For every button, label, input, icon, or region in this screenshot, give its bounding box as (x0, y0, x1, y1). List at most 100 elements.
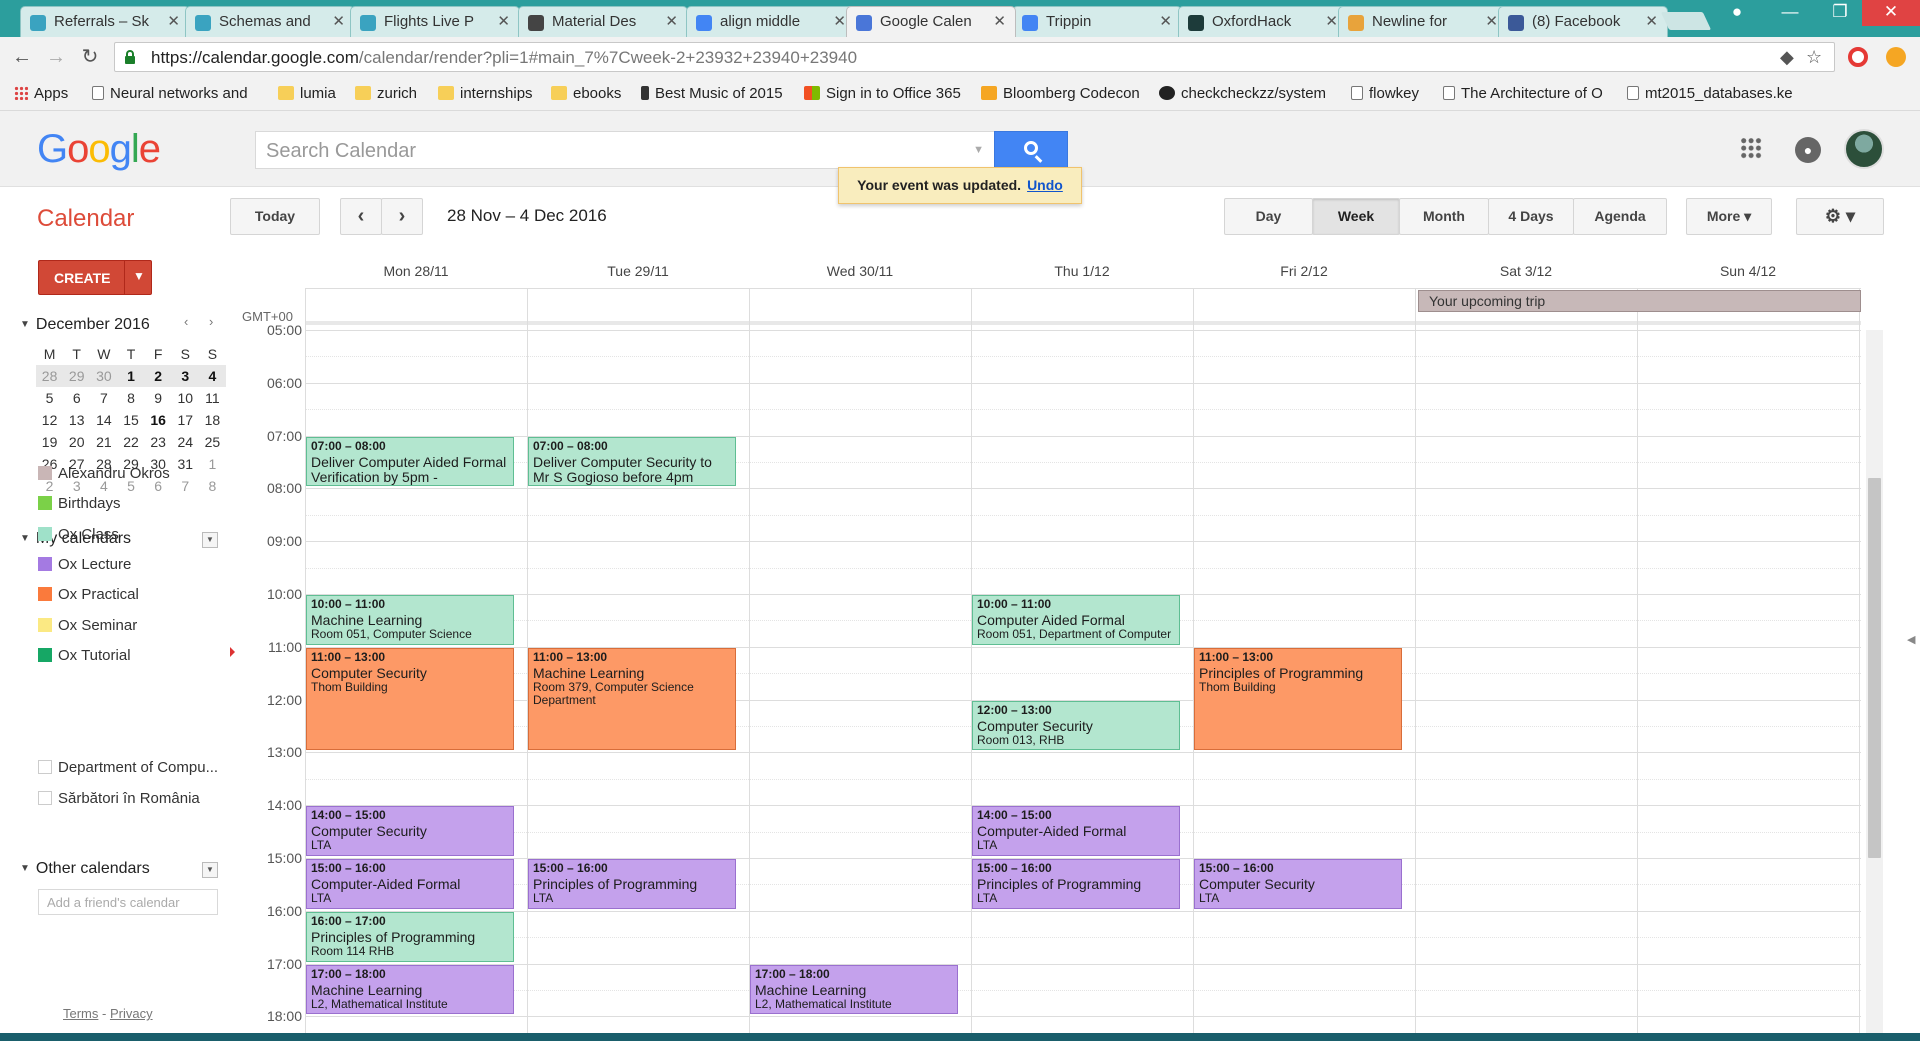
day-header[interactable]: Fri 2/12 (1193, 263, 1415, 279)
calendar-color-swatch[interactable] (38, 526, 52, 541)
calendar-event[interactable]: 07:00 – 08:00 Deliver Computer Aided Form… (306, 436, 514, 487)
browser-tab[interactable]: Material Des ✕ (518, 6, 688, 37)
mini-calendar-title[interactable]: ▼ December 2016 (20, 316, 150, 334)
mini-calendar-day[interactable]: 9 (145, 387, 172, 409)
mini-calendar-day[interactable]: 13 (63, 409, 90, 431)
day-header[interactable]: Thu 1/12 (971, 263, 1193, 279)
mini-calendar-day[interactable]: 8 (117, 387, 144, 409)
mini-calendar-day[interactable]: 2 (144, 365, 172, 387)
create-dropdown-icon[interactable]: ▼ (133, 269, 145, 283)
calendar-event[interactable]: 15:00 – 16:00 Principles of Programming LT… (528, 859, 736, 909)
tab-close-icon[interactable]: ✕ (167, 12, 180, 30)
hour-grid[interactable]: 05:00 06:00 07:00 08:00 09:00 10:00 11:00 12:00… (230, 288, 1862, 1041)
bookmark-item[interactable]: zurich (355, 85, 417, 102)
bookmark-item[interactable]: ebooks (551, 85, 621, 102)
create-button[interactable]: CREATE ▼ (38, 260, 152, 295)
calendar-event[interactable]: 16:00 – 17:00 Principles of Programming Ro… (306, 911, 514, 962)
calendar-list-item[interactable]: Ox Tutorial (38, 647, 131, 664)
day-header[interactable]: Sun 4/12 (1637, 263, 1859, 279)
calendar-list-item[interactable]: Alexandru Okros (38, 465, 170, 482)
calendar-checkbox[interactable] (38, 791, 52, 805)
view-month-button[interactable]: Month (1399, 198, 1489, 235)
mini-calendar-day[interactable]: 21 (90, 431, 117, 453)
calendar-color-swatch[interactable] (38, 466, 52, 480)
calendar-event[interactable]: 15:00 – 16:00 Computer-Aided Formal LTA (306, 859, 514, 909)
calendar-event[interactable]: 14:00 – 15:00 Computer Security LTA (306, 806, 514, 856)
calendar-event[interactable]: 11:00 – 13:00 Computer Security Thom Build… (306, 647, 514, 751)
terms-link[interactable]: Terms (63, 1006, 98, 1021)
calendar-event[interactable]: 11:00 – 13:00 Machine Learning Room 379, C… (528, 647, 736, 751)
profile-icon[interactable]: ● (1722, 0, 1752, 26)
mini-calendar-day[interactable]: 6 (63, 387, 90, 409)
calendar-event[interactable]: 10:00 – 11:00 Machine Learning Room 051, C… (306, 595, 514, 645)
mini-calendar-day[interactable]: 14 (90, 409, 117, 431)
prev-week-button[interactable]: ‹ (340, 198, 382, 235)
calendar-event[interactable]: 07:00 – 08:00 Deliver Computer Security t… (528, 436, 736, 487)
mini-calendar-day[interactable]: 22 (117, 431, 144, 453)
tab-close-icon[interactable]: ✕ (497, 12, 510, 30)
calendar-event[interactable]: 17:00 – 18:00 Machine Learning L2, Mathema… (750, 964, 958, 1015)
bookmark-item[interactable]: mt2015_databases.ke (1627, 85, 1793, 102)
bookmark-item[interactable]: lumia (278, 85, 336, 102)
calendar-event[interactable]: 15:00 – 16:00 Principles of Programming LT… (972, 859, 1180, 909)
tracking-icon[interactable]: ◆ (1780, 47, 1794, 68)
tab-close-icon[interactable]: ✕ (993, 12, 1006, 30)
maximize-button[interactable]: ❐ (1820, 0, 1860, 26)
bookmark-item[interactable]: Best Music of 2015 (641, 85, 783, 102)
mini-calendar-day[interactable]: 3 (171, 365, 199, 387)
day-header[interactable]: Tue 29/11 (527, 263, 749, 279)
more-button[interactable]: More ▾ (1686, 198, 1772, 235)
privacy-link[interactable]: Privacy (110, 1006, 153, 1021)
mini-calendar-day[interactable]: 29 (63, 365, 91, 387)
mini-calendar-day[interactable]: 11 (199, 387, 226, 409)
calendar-list-item[interactable]: Ox Seminar (38, 617, 137, 634)
tab-close-icon[interactable]: ✕ (665, 12, 678, 30)
calendar-color-swatch[interactable] (38, 647, 52, 662)
close-window-button[interactable]: ✕ (1862, 0, 1920, 26)
settings-gear-icon[interactable]: ⚙ ▾ (1796, 198, 1884, 235)
calendar-checkbox[interactable] (38, 760, 52, 774)
bookmark-item[interactable]: Neural networks and (92, 85, 248, 102)
opera-extension-icon[interactable] (1848, 47, 1868, 67)
other-calendars-menu-icon[interactable]: ▼ (202, 862, 218, 878)
search-options-caret-icon[interactable]: ▼ (973, 144, 984, 156)
mini-calendar-day[interactable]: 1 (117, 365, 145, 387)
search-input[interactable] (266, 139, 966, 163)
bookmark-item[interactable]: The Architecture of O (1443, 85, 1603, 102)
mini-calendar-day[interactable]: 24 (172, 431, 199, 453)
calendar-list-item[interactable]: Ox Lecture (38, 556, 131, 573)
mini-calendar-day[interactable]: 7 (172, 475, 199, 497)
undo-link[interactable]: Undo (1027, 177, 1063, 193)
notification-extension-icon[interactable] (1886, 47, 1906, 67)
calendar-event[interactable]: 10:00 – 11:00 Computer Aided Formal Room 0… (972, 595, 1180, 645)
view-4days-button[interactable]: 4 Days (1488, 198, 1574, 235)
bookmark-star-icon[interactable]: ☆ (1806, 47, 1822, 68)
mini-calendar-day[interactable]: 30 (90, 365, 118, 387)
calendar-event[interactable]: 17:00 – 18:00 Machine Learning L2, Mathema… (306, 964, 514, 1015)
bookmark-item[interactable]: Sign in to Office 365 (804, 85, 961, 102)
calendar-list-item[interactable]: Department of Compu... (38, 759, 218, 776)
calendar-event[interactable]: 15:00 – 16:00 Computer Security LTA (1194, 859, 1402, 909)
side-panel-toggle-icon[interactable]: ◀ (1907, 633, 1915, 646)
calendar-list-item[interactable]: Birthdays (38, 495, 121, 512)
mini-calendar-day[interactable]: 1 (199, 453, 226, 475)
tab-close-icon[interactable]: ✕ (1645, 12, 1658, 30)
new-tab-button[interactable] (1660, 12, 1712, 30)
calendar-event[interactable]: 11:00 – 13:00 Principles of Programming Th… (1194, 647, 1402, 751)
bookmark-item[interactable]: Apps (14, 85, 68, 102)
tab-close-icon[interactable]: ✕ (1159, 12, 1172, 30)
back-button[interactable]: ← (10, 45, 34, 69)
browser-tab[interactable]: (8) Facebook ✕ (1498, 6, 1668, 37)
calendar-list-item[interactable]: Sărbători în România (38, 790, 200, 807)
mini-calendar-day[interactable]: 28 (36, 365, 64, 387)
view-agenda-button[interactable]: Agenda (1573, 198, 1667, 235)
view-day-button[interactable]: Day (1224, 198, 1313, 235)
calendar-event[interactable]: 12:00 – 13:00 Computer Security Room 013, … (972, 700, 1180, 751)
mini-calendar-day[interactable]: 19 (36, 431, 63, 453)
day-header[interactable]: Sat 3/12 (1415, 263, 1637, 279)
mini-calendar-day[interactable]: 15 (117, 409, 144, 431)
bookmark-item[interactable]: Bloomberg Codecon (981, 85, 1140, 102)
tab-close-icon[interactable]: ✕ (332, 12, 345, 30)
browser-tab[interactable]: Schemas and ✕ (185, 6, 355, 37)
bookmark-item[interactable]: internships (438, 85, 533, 102)
